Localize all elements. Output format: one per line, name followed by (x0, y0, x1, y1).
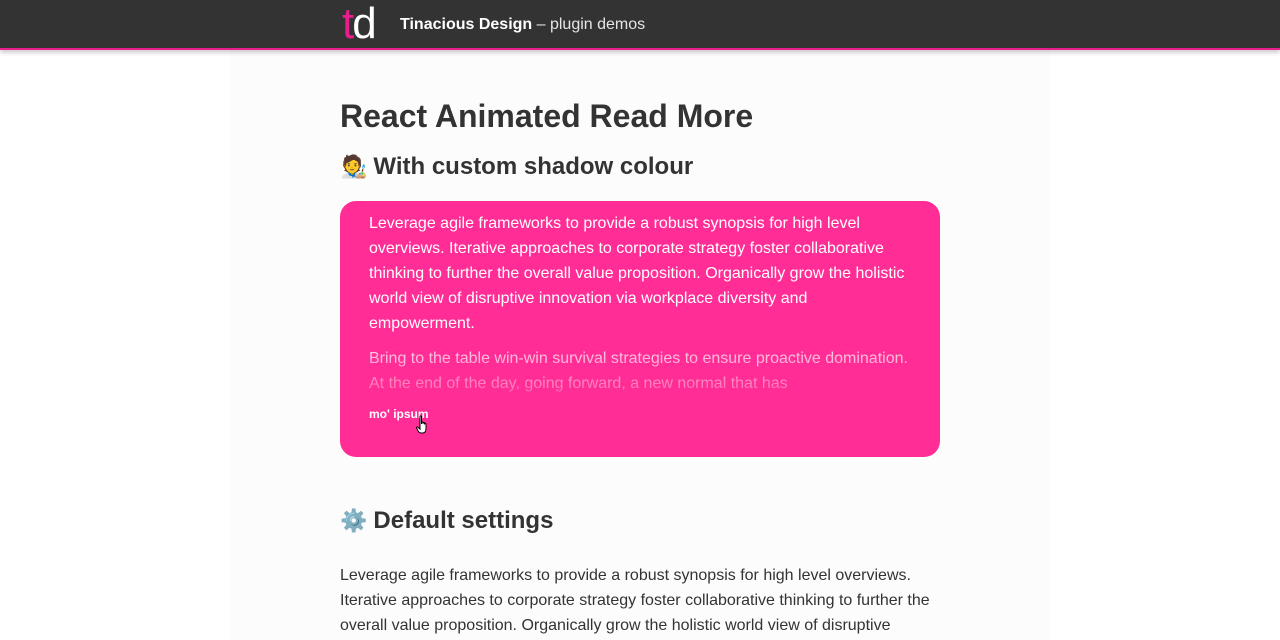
td-logo[interactable]: td (342, 2, 390, 46)
default-section-heading: ⚙️ Default settings (340, 505, 553, 537)
default-paragraph-1: Leverage agile frameworks to provide a r… (340, 567, 930, 634)
logo-t-letter: t (342, 0, 354, 48)
top-navbar: td Tinacious Design – plugin demos (0, 0, 1280, 50)
brand-name: Tinacious Design (400, 16, 533, 33)
card-paragraph-1: Leverage agile frameworks to provide a r… (369, 215, 905, 332)
custom-section-title: With custom shadow colour (373, 153, 694, 180)
artist-emoji-icon: 🧑‍🎨 (340, 154, 368, 179)
gear-emoji-icon: ⚙️ (340, 508, 368, 533)
custom-section-heading: 🧑‍🎨 With custom shadow colour (340, 151, 693, 183)
card-text: Leverage agile frameworks to provide a r… (369, 211, 909, 406)
card-paragraph-2: Bring to the table win-win survival stra… (369, 350, 908, 392)
hand-pointer-cursor-icon (416, 415, 427, 434)
page-title: React Animated Read More (340, 98, 754, 134)
site-brand[interactable]: Tinacious Design – plugin demos (400, 15, 645, 35)
default-section-title: Default settings (373, 507, 554, 534)
brand-subtitle: – plugin demos (532, 16, 646, 33)
logo-d-letter: d (352, 0, 377, 48)
read-more-card: Leverage agile frameworks to provide a r… (340, 201, 940, 457)
